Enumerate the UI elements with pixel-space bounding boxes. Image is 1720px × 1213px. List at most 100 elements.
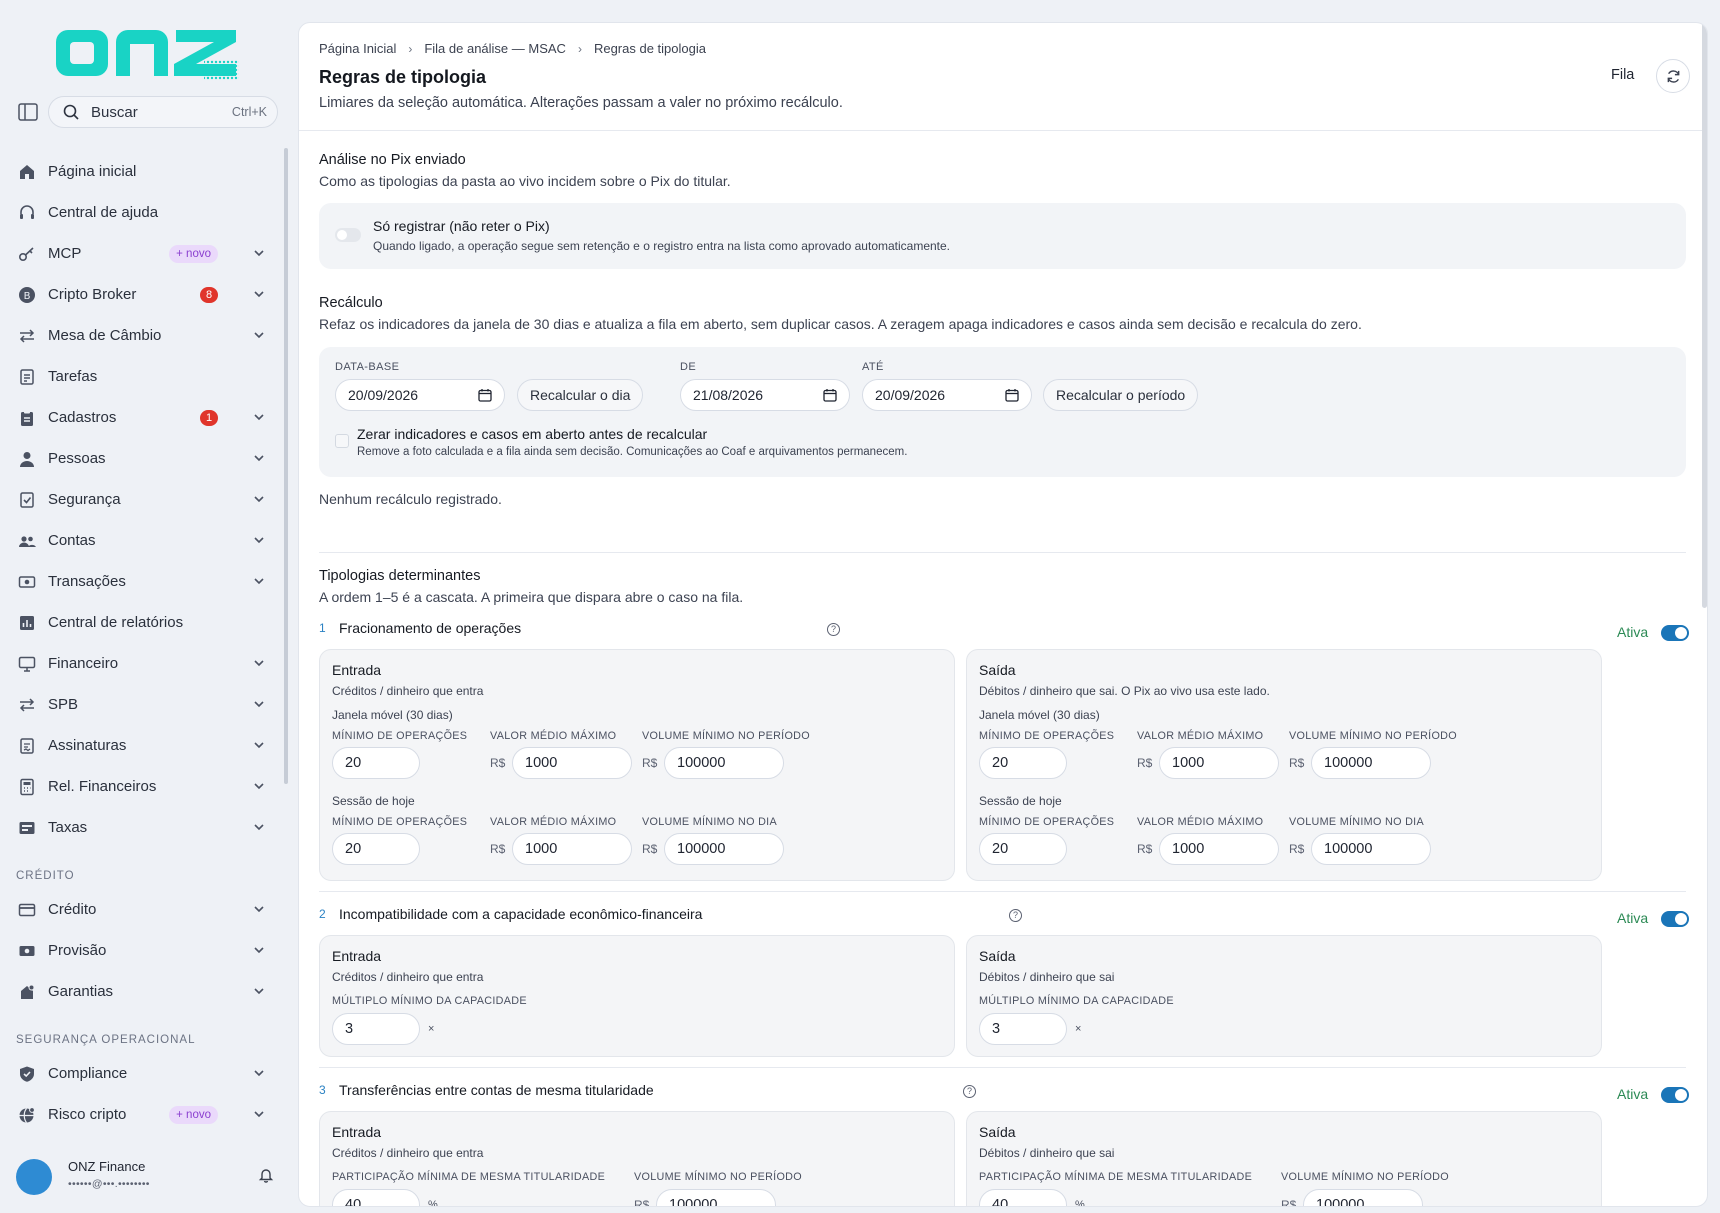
sidebar-item-label: Pessoas (48, 450, 106, 467)
sidebar-nav: Página inicial Central de ajuda MCP + novo B… (0, 151, 280, 1135)
typology-active-toggle[interactable] (1661, 1087, 1689, 1103)
sidebar-item-seguranca[interactable]: Segurança (0, 479, 280, 520)
user-profile[interactable]: ONZ Finance ••••••@•••.•••••••• (16, 1157, 286, 1197)
vol-dia-input[interactable]: 100000 (664, 833, 784, 865)
part-input[interactable]: 40 (979, 1189, 1067, 1206)
sidebar-item-mesa-de-cambio[interactable]: Mesa de Câmbio (0, 315, 280, 356)
sidebar-item-spb[interactable]: SPB (0, 684, 280, 725)
typology-active-toggle[interactable] (1661, 625, 1689, 641)
sidebar-item-provisao[interactable]: Provisão (0, 930, 280, 971)
sidebar-item-financeiro[interactable]: Financeiro (0, 643, 280, 684)
valor-medio-input[interactable]: 1000 (1159, 747, 1279, 779)
currency-label: R$ (634, 1198, 650, 1207)
onz-logo[interactable] (54, 20, 239, 80)
vol-periodo-input[interactable]: 100000 (1311, 747, 1431, 779)
sidebar-item-central-de-relatorios[interactable]: Central de relatórios (0, 602, 280, 643)
vol-periodo-input[interactable]: 100000 (664, 747, 784, 779)
recalc-period-button[interactable]: Recalcular o período (1043, 379, 1199, 411)
chevron-down-icon (254, 332, 264, 339)
mult-input[interactable]: 3 (332, 1013, 420, 1045)
sidebar-item-garantias[interactable]: Garantias (0, 971, 280, 1012)
search-input[interactable]: Buscar Ctrl+K (48, 96, 278, 128)
valor-medio-input[interactable]: 1000 (512, 833, 632, 865)
recalc-day-button[interactable]: Recalcular o dia (517, 379, 644, 411)
valor-medio-label: VALOR MÉDIO MÁXIMO (1137, 730, 1264, 742)
sidebar-item-label: Contas (48, 532, 96, 549)
calendar-icon[interactable] (478, 388, 492, 402)
vol-periodo-input[interactable]: 100000 (656, 1189, 776, 1206)
sidebar-item-taxas[interactable]: Taxas (0, 807, 280, 848)
min-ops-input[interactable]: 20 (979, 747, 1067, 779)
sidebar-item-label: Rel. Financeiros (48, 778, 157, 795)
zerar-checkbox[interactable] (335, 434, 349, 448)
chevron-down-icon (254, 291, 264, 298)
saida-box: Saída Débitos / dinheiro que sai MÚLTIPL… (966, 935, 1602, 1057)
typology-active-toggle[interactable] (1661, 911, 1689, 927)
page-title: Regras de tipologia (319, 67, 487, 87)
chevron-down-icon (254, 988, 264, 995)
fila-link[interactable]: Fila (1611, 67, 1634, 83)
sidebar-item-pagina-inicial[interactable]: Página inicial (0, 151, 280, 192)
calendar-icon[interactable] (823, 388, 837, 402)
pix-register-only-toggle[interactable] (335, 228, 361, 242)
sidebar-item-tarefas[interactable]: Tarefas (0, 356, 280, 397)
sidebar-scrollbar[interactable] (284, 148, 288, 784)
avatar[interactable] (16, 1159, 52, 1195)
divider (319, 1067, 1686, 1068)
sidebar-item-compliance[interactable]: Compliance (0, 1053, 280, 1094)
cash-icon (18, 942, 36, 960)
sidebar-item-credito[interactable]: Crédito (0, 889, 280, 930)
sidebar-toggle-icon[interactable] (18, 103, 38, 121)
box-desc: Débitos / dinheiro que sai (979, 1146, 1115, 1160)
vol-periodo-input[interactable]: 100000 (1303, 1189, 1423, 1206)
sidebar-item-transacoes[interactable]: Transações (0, 561, 280, 602)
sidebar-item-label: SPB (48, 696, 79, 713)
sidebar-item-mcp[interactable]: MCP + novo (0, 233, 280, 274)
typology-name: Fracionamento de operações (339, 620, 522, 636)
sidebar-item-cadastros[interactable]: Cadastros 1 (0, 397, 280, 438)
help-icon[interactable]: ? (1009, 909, 1022, 922)
mult-input[interactable]: 3 (979, 1013, 1067, 1045)
sidebar-item-label: Cadastros (48, 409, 117, 426)
page-subtitle: Limiares da seleção automática. Alteraçõ… (319, 95, 843, 111)
box-title: Saída (979, 662, 1016, 678)
sidebar-item-pessoas[interactable]: Pessoas (0, 438, 280, 479)
refresh-button[interactable] (1656, 59, 1690, 93)
breadcrumb-item-fila[interactable]: Fila de análise — MSAC (424, 41, 566, 56)
page-header: Página Inicial › Fila de análise — MSAC … (299, 23, 1707, 131)
min-ops-label: MÍNIMO DE OPERAÇÕES (979, 816, 1115, 828)
sidebar-item-label: Crédito (48, 901, 97, 918)
valor-medio-input[interactable]: 1000 (1159, 833, 1279, 865)
help-icon[interactable]: ? (963, 1085, 976, 1098)
ate-input[interactable]: 20/09/2026 (862, 379, 1032, 411)
help-icon[interactable]: ? (827, 623, 840, 636)
sidebar-item-cripto-broker[interactable]: B Cripto Broker 8 (0, 274, 280, 315)
data-base-label: DATA-BASE (335, 361, 400, 373)
calendar-icon[interactable] (1005, 388, 1019, 402)
sidebar-item-contas[interactable]: Contas (0, 520, 280, 561)
sidebar-item-rel-financeiros[interactable]: Rel. Financeiros (0, 766, 280, 807)
globe-icon (18, 1106, 36, 1124)
typology-name: Incompatibilidade com a capacidade econô… (339, 906, 703, 922)
breadcrumb-item-home[interactable]: Página Inicial (319, 41, 396, 56)
part-input[interactable]: 40 (332, 1189, 420, 1206)
data-base-input[interactable]: 20/09/2026 (335, 379, 505, 411)
chevron-down-icon (254, 1111, 264, 1118)
sidebar-item-risco-cripto[interactable]: Risco cripto + novo (0, 1094, 280, 1135)
min-ops-input[interactable]: 20 (979, 833, 1067, 865)
user-name: ONZ Finance (68, 1159, 146, 1174)
box-desc: Créditos / dinheiro que entra (332, 684, 484, 698)
main-scrollbar[interactable] (1702, 23, 1707, 608)
vol-dia-label: VOLUME MÍNIMO NO DIA (642, 816, 777, 828)
money-icon (18, 573, 36, 591)
sidebar-item-label: Transações (48, 573, 126, 590)
valor-medio-input[interactable]: 1000 (512, 747, 632, 779)
min-ops-input[interactable]: 20 (332, 747, 420, 779)
de-input[interactable]: 21/08/2026 (680, 379, 850, 411)
sidebar-item-assinaturas[interactable]: Assinaturas (0, 725, 280, 766)
sidebar-item-central-de-ajuda[interactable]: Central de ajuda (0, 192, 280, 233)
recalc-empty-state: Nenhum recálculo registrado. (319, 491, 502, 507)
bell-icon[interactable] (258, 1167, 274, 1183)
min-ops-input[interactable]: 20 (332, 833, 420, 865)
vol-dia-input[interactable]: 100000 (1311, 833, 1431, 865)
